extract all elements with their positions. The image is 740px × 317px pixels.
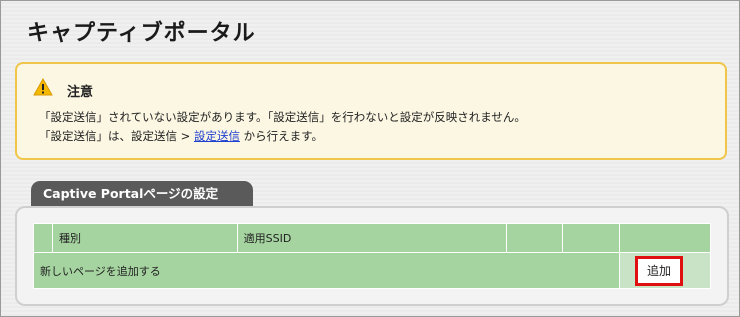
notice-message: 「設定送信」されていない設定があります。「設定送信」を行わないと設定が反映されま… [39,110,526,124]
col-header-ssid: 適用SSID [236,223,508,253]
notice-instruction-suffix: から行えます。 [239,129,323,143]
col-header-type: 種別 [51,223,238,253]
page-title: キャプティブポータル [27,21,256,46]
col-header-5 [562,223,621,253]
captive-portal-panel: 種別 適用SSID 新しいページを追加する 追加 [15,206,729,306]
new-page-label: 新しいページを追加する [32,252,621,289]
section-tab: Captive Portalページの設定 [31,181,253,207]
warning-icon [33,78,53,96]
table-row: 新しいページを追加する 追加 [32,252,711,289]
notice-instruction: 「設定送信」は、設定送信 > 設定送信 から行えます。 [39,128,323,144]
settings-send-link[interactable]: 設定送信 [194,129,240,143]
add-button[interactable]: 追加 [635,255,684,286]
col-header-6 [619,223,711,253]
table-header-row: 種別 適用SSID [33,223,711,253]
notice-instruction-prefix: 「設定送信」は、設定送信 > [39,129,194,143]
notice-box: 注意 「設定送信」されていない設定があります。「設定送信」を行わないと設定が反映… [15,62,727,160]
page-settings-table: 種別 適用SSID 新しいページを追加する 追加 [32,223,711,289]
action-cell: 追加 [619,252,711,289]
col-header-blank [33,223,53,253]
notice-heading: 注意 [67,85,94,100]
col-header-4 [506,223,564,253]
